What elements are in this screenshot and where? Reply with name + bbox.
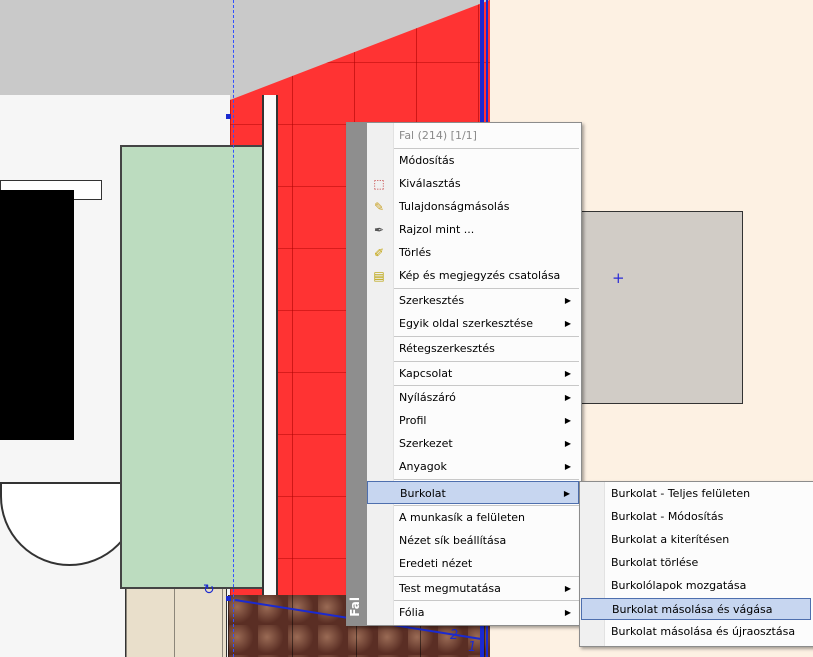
- plan-element: [580, 211, 743, 404]
- submenu-item-kiteritesen[interactable]: Burkolat a kiterítésen: [581, 529, 811, 551]
- menu-item-nyilaszaro[interactable]: Nyílászáró ▶: [367, 386, 579, 409]
- menu-header: Fal (214) [1/1]: [399, 129, 477, 142]
- burkolat-submenu: Burkolat - Teljes felületen Burkolat - M…: [579, 481, 813, 647]
- submenu-item-masolasa-vagasa[interactable]: Burkolat másolása és vágása: [581, 598, 811, 620]
- menu-item-egyik-oldal[interactable]: Egyik oldal szerkesztése ▶: [367, 312, 579, 335]
- menu-item-torles[interactable]: ✐ Törlés: [367, 241, 579, 264]
- guide-line: [233, 0, 234, 657]
- submenu-arrow-icon: ▶: [564, 462, 571, 471]
- menu-item-burkolat[interactable]: Burkolat ▶: [367, 481, 579, 504]
- submenu-item-lapok-mozgatasa[interactable]: Burkolólapok mozgatása: [581, 575, 811, 597]
- submenu-item-masolasa-ujraosztasa[interactable]: Burkolat másolása és újraosztása: [581, 621, 811, 643]
- menu-item-kivalasztas[interactable]: ⬚ Kiválasztás: [367, 172, 579, 195]
- selection-icon: ⬚: [373, 177, 385, 191]
- submenu-arrow-icon: ▶: [564, 393, 571, 402]
- menu-item-kapcsolat[interactable]: Kapcsolat ▶: [367, 362, 579, 385]
- selection-handle[interactable]: [226, 596, 231, 601]
- brush-icon: ✎: [373, 200, 385, 214]
- submenu-item-torlese[interactable]: Burkolat törlése: [581, 552, 811, 574]
- menu-item-rajzol-mint[interactable]: ✒ Rajzol mint ...: [367, 218, 579, 241]
- note-icon: ▤: [373, 269, 385, 283]
- rotate-icon[interactable]: ↻: [203, 582, 215, 598]
- eraser-icon: ✐: [373, 246, 385, 260]
- menu-item-munkasik[interactable]: A munkasík a felületen: [367, 506, 579, 529]
- dimension-label: 2: [450, 628, 459, 643]
- submenu-item-modositas[interactable]: Burkolat - Módosítás: [581, 506, 811, 528]
- shower-frame: [262, 95, 278, 655]
- pipette-icon: ✒: [373, 223, 385, 237]
- menu-item-modositas[interactable]: Módosítás: [367, 149, 579, 172]
- dimension-label: 1: [468, 640, 477, 655]
- submenu-arrow-icon: ▶: [564, 416, 571, 425]
- submenu-arrow-icon: ▶: [564, 319, 571, 328]
- menu-item-kep-megjegyzes[interactable]: ▤ Kép és megjegyzés csatolása: [367, 264, 579, 287]
- submenu-arrow-icon: ▶: [564, 439, 571, 448]
- menu-item-tulajdonsagmasolas[interactable]: ✎ Tulajdonságmásolás: [367, 195, 579, 218]
- menu-item-retegszerkesztes[interactable]: Rétegszerkesztés: [367, 337, 579, 360]
- menu-item-szerkesztes[interactable]: Szerkesztés ▶: [367, 289, 579, 312]
- menu-item-szerkezet[interactable]: Szerkezet ▶: [367, 432, 579, 455]
- menu-item-anyagok[interactable]: Anyagok ▶: [367, 455, 579, 478]
- crosshair-icon: +: [612, 269, 625, 287]
- menu-item-profil[interactable]: Profil ▶: [367, 409, 579, 432]
- submenu-item-teljes-feluleten[interactable]: Burkolat - Teljes felületen: [581, 483, 811, 505]
- menu-side-label: Fal: [348, 597, 362, 617]
- shower-glass: [120, 145, 264, 589]
- menu-side-bar: Fal: [347, 123, 367, 625]
- menu-item-nezet-sik[interactable]: Nézet sík beállítása: [367, 529, 579, 552]
- submenu-arrow-icon: ▶: [564, 608, 571, 617]
- submenu-arrow-icon: ▶: [564, 584, 571, 593]
- mirror: [0, 190, 74, 440]
- context-menu: Fal Fal (214) [1/1] Módosítás ⬚ Kiválasz…: [346, 122, 582, 626]
- submenu-arrow-icon: ▶: [564, 369, 571, 378]
- menu-item-test-megmutatasa[interactable]: Test megmutatása ▶: [367, 577, 579, 600]
- menu-item-folia[interactable]: Fólia ▶: [367, 601, 579, 624]
- submenu-arrow-icon: ▶: [563, 489, 570, 498]
- submenu-arrow-icon: ▶: [564, 296, 571, 305]
- selection-handle[interactable]: [226, 114, 231, 119]
- menu-item-eredeti-nezet[interactable]: Eredeti nézet: [367, 552, 579, 575]
